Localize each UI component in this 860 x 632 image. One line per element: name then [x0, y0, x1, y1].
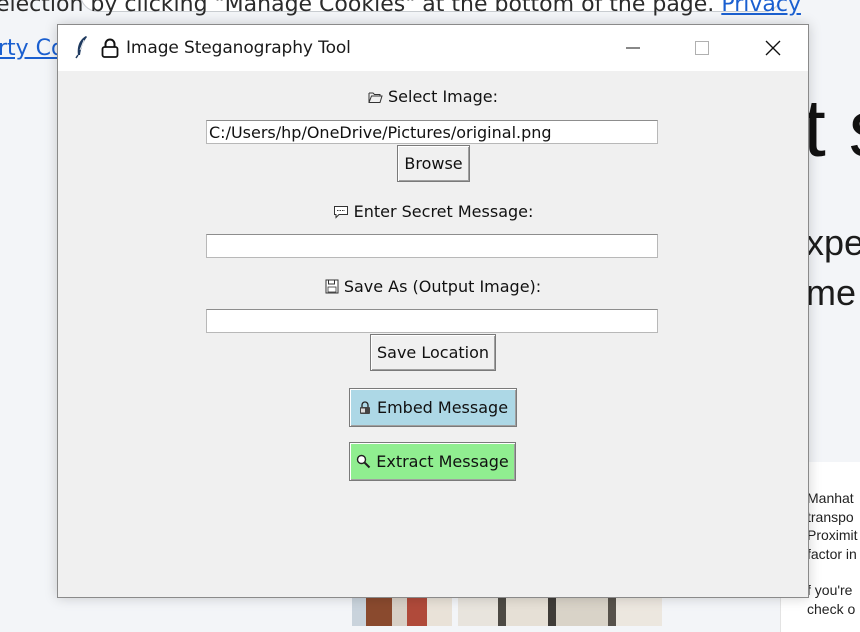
close-icon [765, 40, 781, 56]
feather-icon [75, 36, 87, 59]
open-folder-icon [368, 92, 383, 103]
lock-icon [101, 38, 119, 58]
close-button[interactable] [750, 25, 796, 71]
background-photo-left [352, 596, 452, 626]
image-path-input[interactable]: C:/Users/hp/OneDrive/Pictures/original.p… [206, 120, 658, 144]
background-paragraph: Manhat transpo Proximit factor in f you'… [807, 490, 858, 617]
save-as-label: Save As (Output Image): [58, 277, 808, 296]
lock-icon [359, 400, 370, 414]
speech-bubble-icon [333, 206, 348, 219]
app-window: Image Steganography Tool Select Image: C… [57, 24, 809, 598]
save-location-button[interactable]: Save Location [370, 334, 496, 371]
background-photo-right [458, 596, 662, 626]
maximize-button[interactable] [679, 25, 725, 71]
secret-message-label: Enter Secret Message: [58, 202, 808, 221]
floppy-disk-icon [325, 279, 339, 294]
minimize-icon [626, 47, 640, 49]
output-path-input[interactable] [206, 309, 658, 333]
background-subtitle-line-1: xpe [806, 222, 860, 263]
background-cookie-text: election by clicking "Manage Cookies" at… [0, 0, 801, 17]
embed-message-button[interactable]: Embed Message [349, 388, 517, 427]
extract-message-button[interactable]: Extract Message [349, 442, 516, 481]
privacy-link[interactable]: Privacy [721, 0, 801, 17]
title-bar[interactable]: Image Steganography Tool [58, 25, 808, 71]
window-title: Image Steganography Tool [126, 38, 351, 58]
secret-message-input[interactable] [206, 234, 658, 258]
browse-button[interactable]: Browse [397, 145, 470, 182]
magnifier-icon [357, 454, 371, 469]
background-subtitle-line-2: me [806, 272, 857, 313]
background-headline: t s [803, 83, 860, 174]
background-link[interactable]: rty Co [0, 36, 65, 61]
minimize-button[interactable] [610, 25, 656, 71]
form-area: Select Image: C:/Users/hp/OneDrive/Pictu… [58, 71, 808, 597]
maximize-icon [695, 41, 709, 55]
select-image-label: Select Image: [58, 87, 808, 106]
